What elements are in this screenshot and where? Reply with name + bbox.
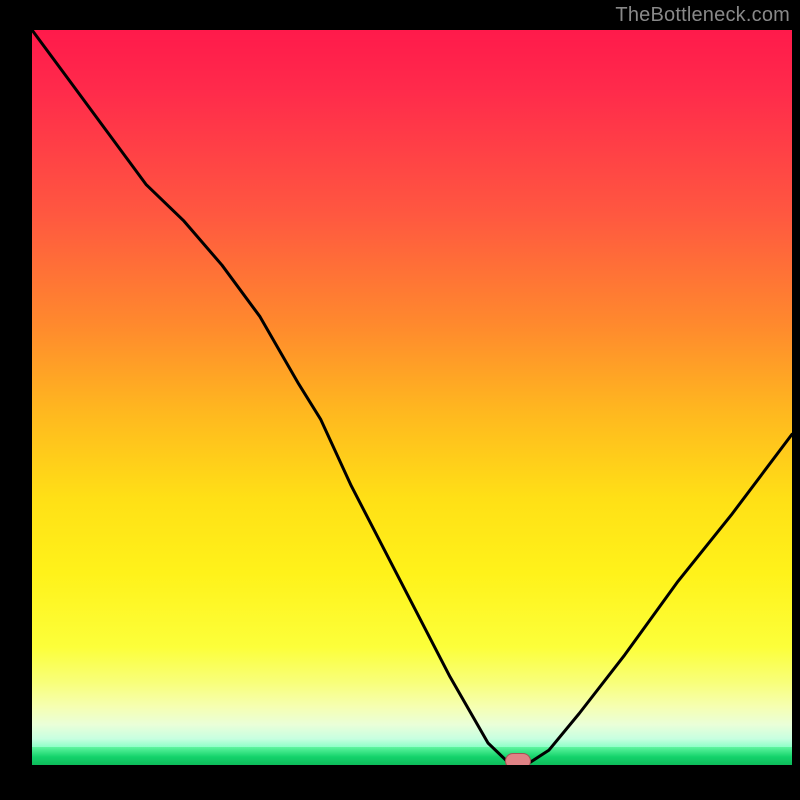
chart-frame: [0, 0, 800, 800]
sweet-spot-marker: [505, 753, 531, 765]
curve-path: [32, 30, 792, 765]
plot-area: [32, 30, 792, 765]
attribution-label: TheBottleneck.com: [615, 4, 790, 27]
bottleneck-curve: [32, 30, 792, 765]
chart-container: TheBottleneck.com: [0, 0, 800, 800]
